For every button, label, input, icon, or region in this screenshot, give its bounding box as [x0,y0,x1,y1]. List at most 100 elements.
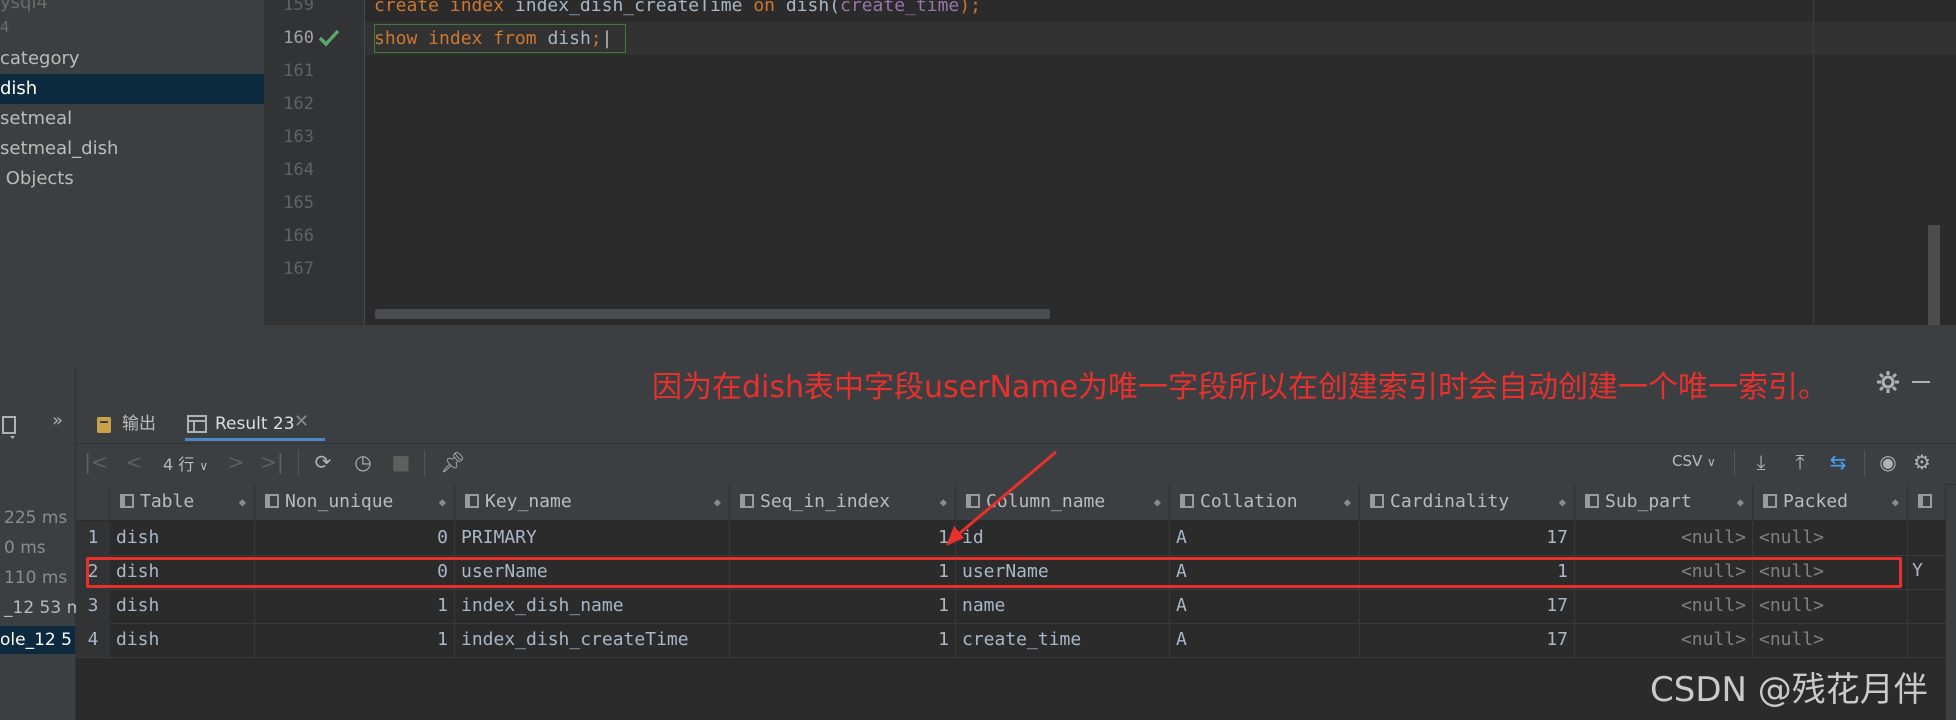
minimize-icon[interactable] [1912,381,1930,383]
column-header-collation[interactable]: Collation ◆ [1170,484,1360,520]
session-item-selected[interactable]: ole_12 5 [0,626,75,654]
last-page-icon[interactable]: >| [258,448,286,476]
table-cell[interactable]: 1 [255,623,455,657]
settings-icon[interactable]: ⚙ [1908,448,1936,476]
right-margin-guide [1813,0,1814,325]
tree-item-objects[interactable]: Objects [0,164,264,194]
row-count-selector[interactable]: 4 行 ∨ [163,451,208,475]
column-header-label: Packed [1783,491,1849,512]
column-header-packed[interactable]: Packed ◆ [1753,484,1908,520]
close-tab-icon[interactable]: ✕ [294,411,309,432]
editor-status-area [264,325,1956,365]
gear-icon[interactable] [1876,370,1900,394]
tree-item-dish[interactable]: dish [0,74,264,104]
table-cell[interactable]: <null> [1575,623,1753,657]
watermark: CSDN @残花月伴 [1650,670,1928,710]
tab-output[interactable]: 输出 [122,405,156,443]
tree-item-label: category [0,48,80,69]
sort-icon[interactable]: ◆ [239,484,246,520]
session-item[interactable]: _12 53 m [4,598,83,618]
table-cell[interactable]: <null> [1575,589,1753,623]
table-cell[interactable]: dish [110,623,255,657]
table-cell[interactable]: 1 [730,589,956,623]
sort-icon[interactable]: ◆ [1737,484,1744,520]
table-cell[interactable]: dish [110,589,255,623]
code-line-159: create index index_dish_createTime on di… [374,0,981,22]
next-page-icon[interactable]: > [222,448,250,476]
tree-item-label: setmeal [0,108,73,129]
punctuation: ); [959,0,981,16]
column-header-overflow[interactable] [1908,484,1946,520]
sort-icon[interactable]: ◆ [1154,484,1161,520]
vertical-scrollbar[interactable] [1928,225,1940,325]
table-cell[interactable]: <null> [1753,589,1908,623]
table-cell[interactable]: <null> [1753,623,1908,657]
line-number: 163 [283,127,314,147]
table-cell[interactable]: <null> [1575,521,1753,555]
sort-icon[interactable]: ◆ [1559,484,1566,520]
history-icon[interactable]: ◷ [349,448,377,476]
tree-item-setmeal-dish[interactable]: setmeal_dish [0,134,264,164]
column-header-label: Key_name [485,491,572,512]
stop-icon[interactable]: ■ [387,448,415,476]
code-line-160: show index from dish;| [374,22,612,55]
compare-icon[interactable]: ⇆ [1824,448,1852,476]
line-number: 166 [283,226,314,246]
identifier: dish( [785,0,841,16]
column-header-table[interactable]: Table ◆ [110,484,255,520]
column-header-key-name[interactable]: Key_name ◆ [455,484,730,520]
table-cell[interactable]: A [1170,623,1360,657]
row-number[interactable]: 3 [76,589,110,623]
chevron-down-icon: ∨ [1707,455,1716,469]
keyword: show [374,28,418,49]
chevron-expand-icon[interactable]: » [52,410,63,431]
tree-item-category[interactable]: category [0,44,264,74]
column-icon [740,494,754,508]
column-icon [265,494,279,508]
column-icon [1370,494,1384,508]
column-header-label: Collation [1200,491,1298,512]
table-cell[interactable]: dish [110,521,255,555]
table-cell[interactable]: create_time [956,623,1170,657]
table-cell[interactable]: 17 [1360,623,1575,657]
column-header-non-unique[interactable]: Non_unique ◆ [255,484,455,520]
pin-icon[interactable]: 📌︎ [439,448,467,476]
table-cell[interactable]: 0 [255,521,455,555]
tree-item-setmeal[interactable]: setmeal [0,104,264,134]
table-cell[interactable]: index_dish_createTime [455,623,730,657]
table-cell[interactable]: 1 [730,623,956,657]
table-cell[interactable]: index_dish_name [455,589,730,623]
sort-icon[interactable]: ◆ [714,484,721,520]
table-cell[interactable]: 1 [730,521,956,555]
row-number[interactable]: 4 [76,623,110,657]
line-number: 164 [283,160,314,180]
column-header-seq-in-index[interactable]: Seq_in_index ◆ [730,484,956,520]
layout-icon[interactable] [2,414,22,440]
table-cell[interactable]: PRIMARY [455,521,730,555]
grid-scrollbar[interactable] [1946,520,1956,720]
table-cell[interactable]: name [956,589,1170,623]
sort-icon[interactable]: ◆ [439,484,446,520]
horizontal-scrollbar[interactable] [375,309,1050,319]
table-cell[interactable]: 17 [1360,521,1575,555]
column-header-cardinality[interactable]: Cardinality ◆ [1360,484,1575,520]
upload-icon[interactable]: ⤒ [1786,448,1814,476]
eye-icon[interactable]: ◉ [1874,448,1902,476]
table-cell[interactable]: <null> [1753,521,1908,555]
column-header-sub-part[interactable]: Sub_part ◆ [1575,484,1753,520]
toolbar-divider [424,450,425,476]
line-number: 159 [283,0,314,15]
table-cell[interactable]: 17 [1360,589,1575,623]
table-cell[interactable]: A [1170,521,1360,555]
table-cell[interactable]: 1 [255,589,455,623]
sort-icon[interactable]: ◆ [1892,484,1899,520]
table-cell[interactable]: A [1170,589,1360,623]
keyword: index [428,28,483,49]
row-number[interactable]: 1 [76,521,110,555]
export-format-selector[interactable]: CSV ∨ [1672,452,1716,470]
sort-icon[interactable]: ◆ [1344,484,1351,520]
first-page-icon[interactable]: |< [82,448,110,476]
refresh-icon[interactable]: ⟳ [309,448,337,476]
prev-page-icon[interactable]: < [120,448,148,476]
download-icon[interactable]: ⤓ [1747,448,1775,476]
